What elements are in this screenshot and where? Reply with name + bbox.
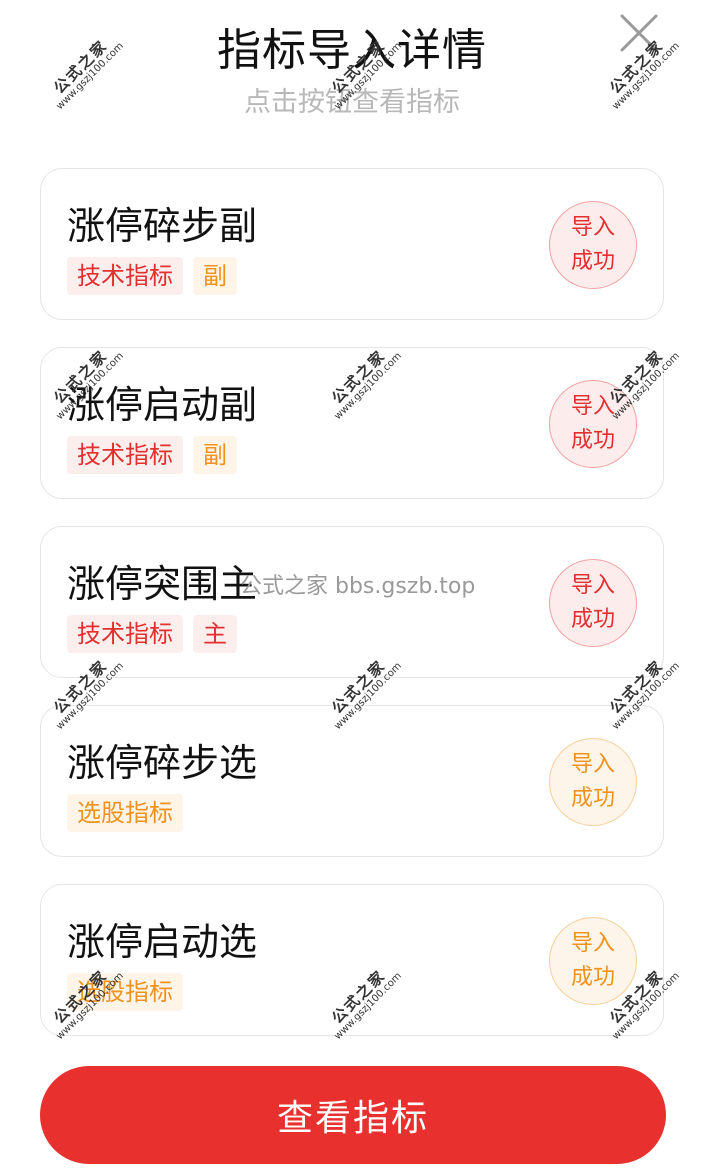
dialog-header: 指标导入详情 点击按钮查看指标	[0, 0, 704, 140]
stamp-line: 导入	[570, 752, 615, 777]
page-title: 指标导入详情	[217, 25, 487, 76]
indicator-card[interactable]: 涨停突围主 技术指标 主 导入 成功	[40, 526, 664, 678]
close-button[interactable]	[612, 6, 666, 60]
indicator-card[interactable]: 涨停启动选 选股指标 导入 成功	[40, 884, 664, 1036]
indicator-tags: 技术指标 副	[67, 257, 237, 295]
page-subtitle: 点击按钮查看指标	[244, 87, 460, 118]
stamp-line: 成功	[570, 786, 615, 811]
indicator-card[interactable]: 涨停碎步选 选股指标 导入 成功	[40, 705, 664, 857]
stamp-line: 导入	[570, 215, 615, 240]
indicator-card[interactable]: 涨停启动副 技术指标 副 导入 成功	[40, 347, 664, 499]
indicator-list: 涨停碎步副 技术指标 副 导入 成功 涨停启动副 技术指标 副 导入 成功 涨停…	[40, 168, 666, 1063]
indicator-name: 涨停碎步选	[67, 741, 258, 785]
stamp-line: 导入	[570, 931, 615, 956]
import-success-stamp: 导入 成功	[549, 559, 637, 647]
import-success-stamp: 导入 成功	[549, 738, 637, 826]
indicator-tag: 主	[193, 615, 237, 653]
indicator-tag: 选股指标	[67, 794, 183, 832]
stamp-line: 成功	[570, 607, 615, 632]
indicator-tag: 技术指标	[67, 257, 183, 295]
stamp-line: 成功	[570, 428, 615, 453]
close-icon	[620, 14, 658, 52]
indicator-name: 涨停启动副	[67, 383, 258, 427]
indicator-tag: 副	[193, 257, 237, 295]
stamp-line: 成功	[570, 965, 615, 990]
stamp-line: 导入	[570, 394, 615, 419]
indicator-name: 涨停启动选	[67, 920, 258, 964]
indicator-tags: 选股指标	[67, 794, 183, 832]
import-success-stamp: 导入 成功	[549, 380, 637, 468]
indicator-tags: 技术指标 副	[67, 436, 237, 474]
indicator-tag: 副	[193, 436, 237, 474]
indicator-tags: 选股指标	[67, 973, 183, 1011]
import-success-stamp: 导入 成功	[549, 201, 637, 289]
indicator-tag: 技术指标	[67, 615, 183, 653]
indicator-tag: 技术指标	[67, 436, 183, 474]
indicator-card[interactable]: 涨停碎步副 技术指标 副 导入 成功	[40, 168, 664, 320]
view-indicators-button[interactable]: 查看指标	[40, 1066, 666, 1164]
import-success-stamp: 导入 成功	[549, 917, 637, 1005]
indicator-name: 涨停突围主	[67, 562, 258, 606]
indicator-tags: 技术指标 主	[67, 615, 237, 653]
stamp-line: 导入	[570, 573, 615, 598]
indicator-name: 涨停碎步副	[67, 204, 258, 248]
stamp-line: 成功	[570, 249, 615, 274]
indicator-tag: 选股指标	[67, 973, 183, 1011]
